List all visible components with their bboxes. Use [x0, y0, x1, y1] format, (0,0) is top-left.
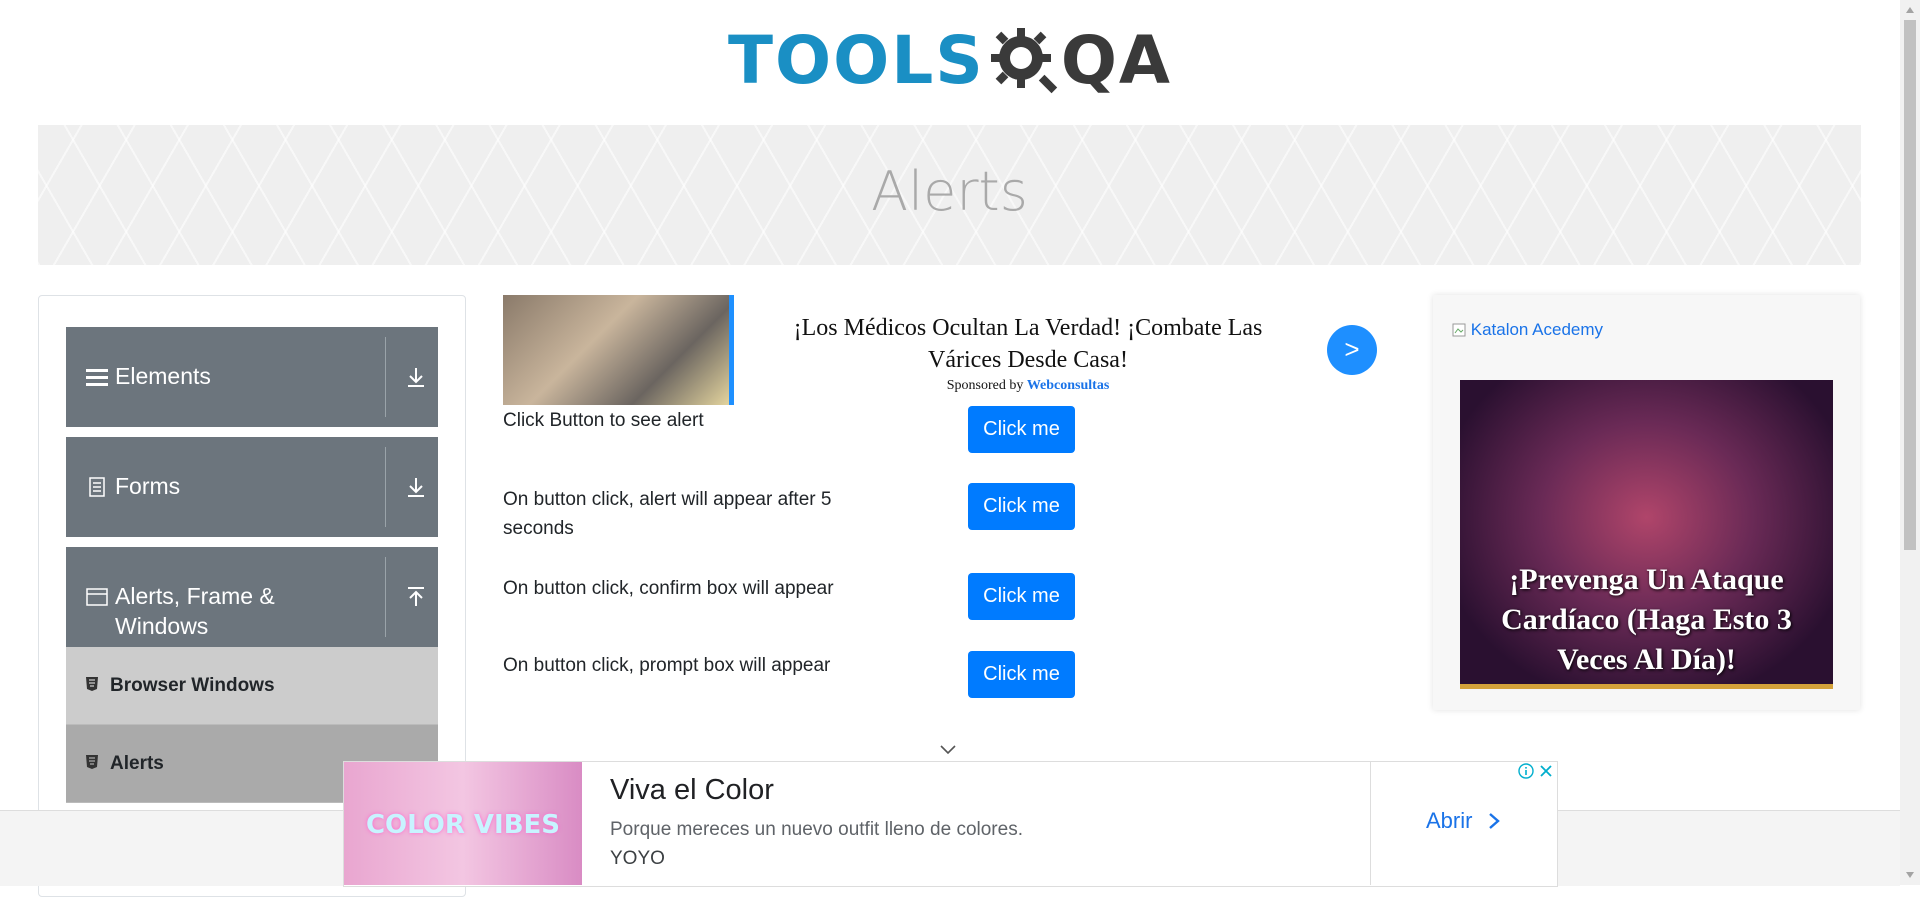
toolsqa-logo[interactable]: TOOLS QA [0, 0, 1900, 120]
ad-next-button[interactable]: > [1327, 325, 1377, 375]
ad-top-sponsor-prefix: Sponsored by [946, 378, 1024, 393]
timer-alert-button[interactable]: Click me [968, 483, 1075, 530]
ad-right-link[interactable]: Katalon Acedemy [1452, 320, 1603, 340]
divider [385, 557, 386, 637]
ad-bottom-description: Porque mereces un nuevo outfit lleno de … [610, 819, 1023, 840]
ad-bottom-open-label: Abrir [1426, 808, 1473, 833]
ad-right-accent-bar [1460, 684, 1833, 689]
download-arrow-icon[interactable] [404, 475, 428, 499]
ad-right-link-text: Katalon Acedemy [1470, 320, 1604, 339]
window-icon [86, 588, 108, 606]
ad-info-icon[interactable] [1518, 763, 1534, 779]
html5-icon [86, 677, 98, 691]
timer-alert-row-text: On button click, alert will appear after… [503, 489, 832, 539]
upload-arrow-icon[interactable] [404, 585, 428, 609]
hamburger-icon [86, 369, 108, 386]
scroll-up-arrow-icon[interactable] [1905, 6, 1915, 14]
html5-icon [86, 755, 98, 769]
sidebar-group-elements[interactable]: Elements [66, 327, 438, 427]
sidebar-item-label: Alerts [110, 753, 164, 774]
sidebar-item-label: Browser Windows [110, 675, 275, 696]
gear-magnifier-icon [990, 28, 1058, 94]
close-icon[interactable] [1538, 763, 1554, 779]
ad-right-headline[interactable]: ¡Prevenga Un Ataque Cardíaco (Haga Esto … [1465, 560, 1828, 680]
divider [1370, 762, 1371, 885]
chevron-down-icon[interactable] [938, 740, 958, 760]
ad-top-sponsor: Sponsored by Webconsultas [768, 378, 1288, 394]
alert-button[interactable]: Click me [968, 406, 1075, 453]
sidebar-group-label: Forms [115, 473, 181, 499]
ad-bottom-brand: YOYO [610, 848, 665, 869]
confirm-button[interactable]: Click me [968, 573, 1075, 620]
logo-text-tools: TOOLS [727, 21, 985, 99]
sidebar-group-alerts-frame-windows[interactable]: Alerts, Frame & Windows [66, 547, 438, 647]
prompt-button[interactable]: Click me [968, 651, 1075, 698]
ad-bottom-image-text: COLOR VIBES [365, 810, 561, 840]
ad-top-sponsor-name[interactable]: Webconsultas [1027, 378, 1109, 393]
download-arrow-icon[interactable] [404, 365, 428, 389]
chevron-right-icon [1488, 813, 1500, 829]
sidebar-group-label: Elements [115, 363, 211, 389]
ad-top-image[interactable] [503, 295, 733, 405]
sidebar-group-forms[interactable]: Forms [66, 437, 438, 537]
scrollbar-thumb[interactable] [1904, 20, 1916, 550]
sidebar-item-browser-windows[interactable]: Browser Windows [66, 647, 438, 725]
document-icon [89, 477, 105, 497]
divider [385, 337, 386, 417]
alert-row-text: Click Button to see alert [503, 410, 704, 431]
prompt-row-text: On button click, prompt box will appear [503, 655, 831, 676]
logo-text-qa: QA [1060, 21, 1172, 99]
page-title: Alerts [871, 160, 1028, 223]
ad-top-image-accent [729, 295, 734, 405]
ad-bottom-open-button[interactable]: Abrir [1426, 808, 1501, 834]
ad-top-headline[interactable]: ¡Los Médicos Ocultan La Verdad! ¡Combate… [768, 312, 1288, 376]
sidebar-group-label: Alerts, Frame & Windows [115, 583, 275, 639]
ad-bottom-title[interactable]: Viva el Color [610, 774, 774, 807]
divider [385, 447, 386, 527]
scroll-down-arrow-icon[interactable] [1905, 871, 1915, 879]
broken-image-icon [1452, 323, 1466, 337]
confirm-row-text: On button click, confirm box will appear [503, 578, 834, 599]
